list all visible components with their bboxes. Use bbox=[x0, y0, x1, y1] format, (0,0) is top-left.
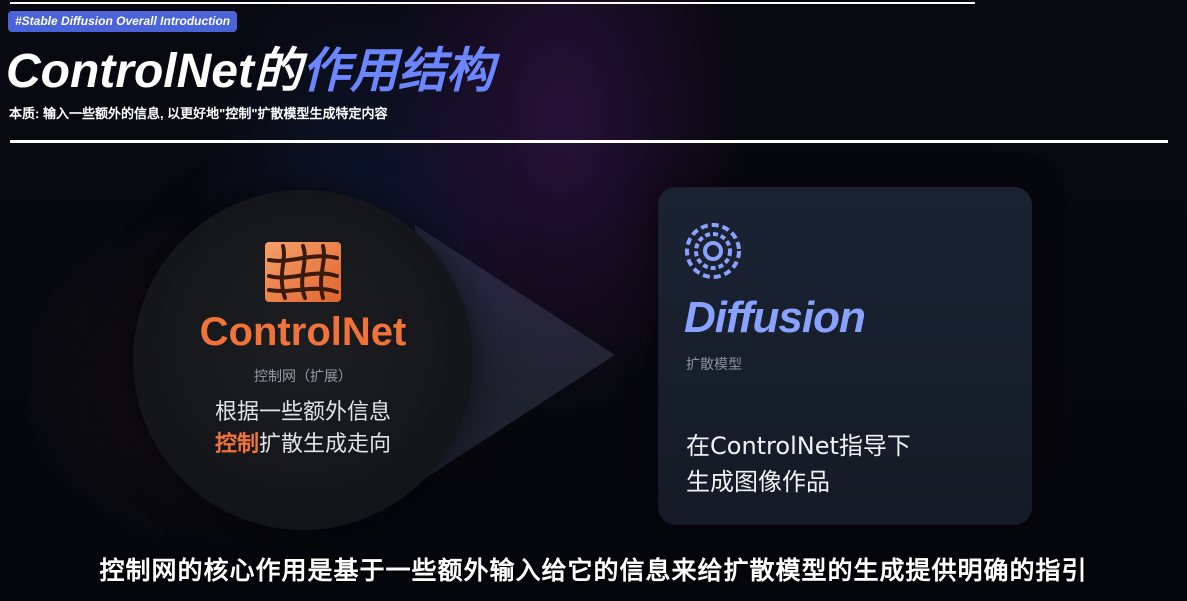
diffusion-name: Diffusion bbox=[684, 293, 866, 342]
diffusion-description: 在ControlNet指导下 生成图像作品 bbox=[686, 428, 911, 500]
diffusion-desc-line2: 生成图像作品 bbox=[686, 468, 830, 496]
topic-tag: #Stable Diffusion Overall Introduction bbox=[8, 11, 238, 32]
controlnet-desc-line2-rest: 扩散生成走向 bbox=[259, 432, 392, 457]
controlnet-subtitle: 控制网（扩展） bbox=[254, 369, 352, 385]
page-title-part2: 作用结构 bbox=[301, 45, 494, 98]
page-title-part1: ControlNet的 bbox=[6, 45, 302, 98]
controlnet-desc-line1: 根据一些额外信息 bbox=[214, 400, 391, 425]
header-divider bbox=[10, 140, 1168, 143]
concentric-dashed-circles-icon bbox=[685, 223, 741, 279]
page-subtitle: 本质: 输入一些额外的信息, 以更好地"控制"扩散模型生成特定内容 bbox=[9, 106, 388, 121]
grid-warp-icon bbox=[265, 242, 341, 302]
controlnet-name: ControlNet bbox=[199, 310, 407, 354]
controlnet-desc-accent: 控制 bbox=[214, 432, 259, 457]
diffusion-subtitle: 扩散模型 bbox=[686, 357, 742, 373]
video-subtitle-caption: 控制网的核心作用是基于一些额外输入给它的信息来给扩散模型的生成提供明确的指引 bbox=[99, 556, 1088, 585]
diffusion-desc-line1: 在ControlNet指导下 bbox=[686, 432, 911, 460]
controlnet-description: 根据一些额外信息 控制扩散生成走向 bbox=[135, 397, 471, 461]
top-rule bbox=[10, 2, 975, 4]
page-title: ControlNet的作用结构 bbox=[6, 40, 494, 104]
controlnet-desc-line2: 控制扩散生成走向 bbox=[135, 429, 471, 461]
